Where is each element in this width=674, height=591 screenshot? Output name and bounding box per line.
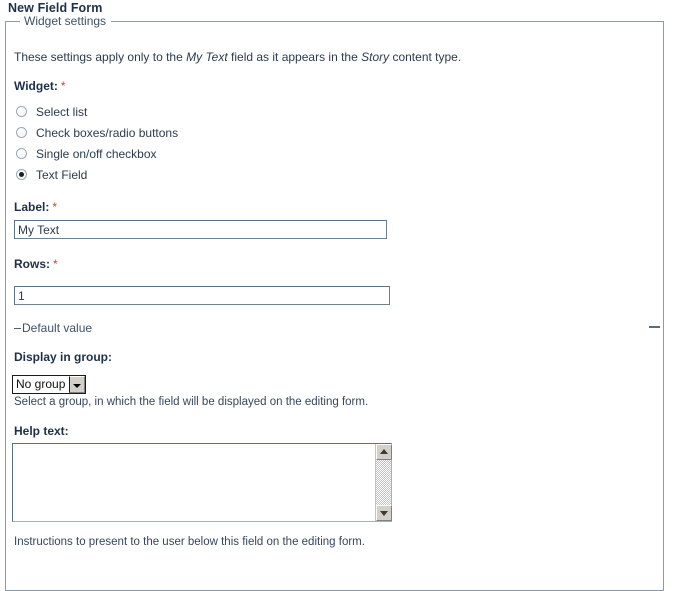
display-in-group-select[interactable]: No group xyxy=(12,375,86,394)
display-in-group-selected-value: No group xyxy=(16,377,66,391)
label-input[interactable] xyxy=(14,220,387,239)
collapse-indicator-icon[interactable] xyxy=(649,326,660,328)
label-field-label: Label: * xyxy=(14,200,57,214)
help-text-textarea-wrapper[interactable] xyxy=(12,443,392,522)
widget-option-label: Check boxes/radio buttons xyxy=(36,126,179,140)
intro-description: These settings apply only to the My Text… xyxy=(14,50,461,64)
widget-option-label: Text Field xyxy=(36,168,88,182)
widget-option-label: Select list xyxy=(36,105,88,119)
display-in-group-label-text: Display in group: xyxy=(14,350,113,364)
display-in-group-description: Select a group, in which the field will … xyxy=(14,396,369,408)
page-title: New Field Form xyxy=(8,1,103,15)
chevron-down-icon[interactable] xyxy=(69,376,85,393)
default-value-legend-text: Default value xyxy=(22,321,93,335)
widget-option-label: Single on/off checkbox xyxy=(36,147,157,161)
legend-dash-icon xyxy=(14,328,21,329)
widget-label: Widget: * xyxy=(14,79,66,93)
widget-required-asterisk: * xyxy=(60,79,66,93)
default-value-legend[interactable]: Default value xyxy=(14,321,92,335)
intro-content-type: Story xyxy=(361,50,390,64)
widget-settings-fieldset: Widget settings These settings apply onl… xyxy=(5,14,664,591)
textarea-scrollbar[interactable] xyxy=(375,444,392,521)
scroll-down-arrow-icon[interactable] xyxy=(376,505,392,521)
radio-icon[interactable] xyxy=(16,106,27,117)
display-in-group-label: Display in group: xyxy=(14,350,112,364)
widget-option-select-list[interactable]: Select list xyxy=(16,105,87,121)
widget-option-text-field[interactable]: Text Field xyxy=(16,168,87,184)
rows-input[interactable] xyxy=(14,286,390,305)
radio-icon[interactable] xyxy=(16,148,27,159)
help-text-textarea[interactable] xyxy=(13,444,375,521)
intro-part-2: field as it appears in the xyxy=(227,50,362,64)
new-field-form-page: New Field Form Widget settings These set… xyxy=(0,0,674,591)
radio-icon-selected[interactable] xyxy=(16,169,27,180)
rows-field-required-asterisk: * xyxy=(53,257,58,271)
help-text-description: Instructions to present to the user belo… xyxy=(14,536,365,548)
intro-field-name: My Text xyxy=(186,50,228,64)
label-field-label-text: Label: xyxy=(14,200,50,214)
widget-option-single-on-off-checkbox[interactable]: Single on/off checkbox xyxy=(16,147,157,163)
rows-field-label-text: Rows: xyxy=(14,257,50,271)
radio-icon[interactable] xyxy=(16,127,27,138)
intro-part-1: These settings apply only to the xyxy=(14,50,187,64)
scroll-up-arrow-icon[interactable] xyxy=(376,444,392,460)
help-text-label: Help text: xyxy=(14,424,69,438)
intro-part-3: content type. xyxy=(389,50,462,64)
widget-option-check-boxes-radio-buttons[interactable]: Check boxes/radio buttons xyxy=(16,126,178,142)
label-field-required-asterisk: * xyxy=(52,200,58,214)
rows-field-label: Rows: * xyxy=(14,257,58,271)
help-text-label-text: Help text: xyxy=(14,424,69,438)
widget-label-text: Widget: xyxy=(14,79,58,93)
